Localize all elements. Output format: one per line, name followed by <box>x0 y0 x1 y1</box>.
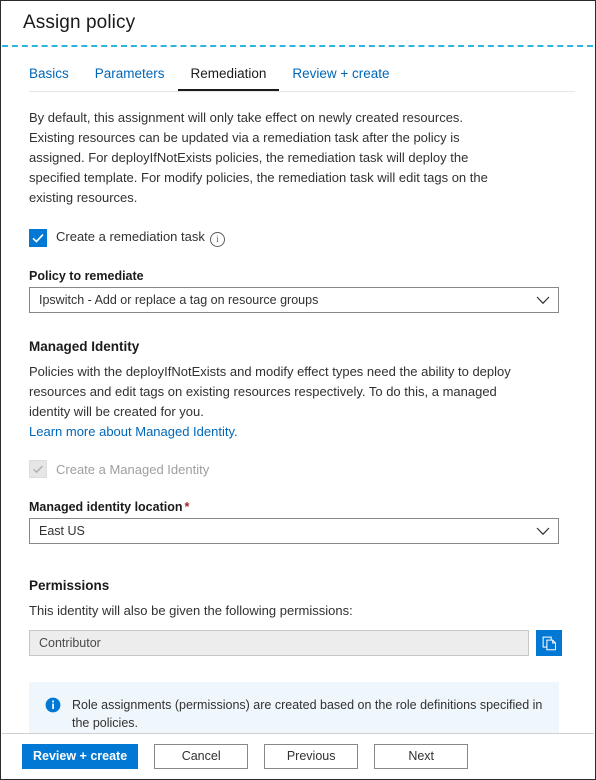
chevron-down-icon <box>536 296 550 304</box>
intro-paragraph: By default, this assignment will only ta… <box>29 110 488 205</box>
permissions-paragraph: This identity will also be given the fol… <box>29 603 353 618</box>
wizard-footer: Review + create Cancel Previous Next <box>2 733 594 778</box>
tab-basics[interactable]: Basics <box>29 65 82 91</box>
create-remediation-task-row[interactable]: Create a remediation task i <box>29 229 567 247</box>
previous-button[interactable]: Previous <box>264 743 359 769</box>
tab-parameters[interactable]: Parameters <box>82 65 178 91</box>
managed-identity-location-label: Managed identity location * <box>29 500 190 514</box>
policy-to-remediate-dropdown[interactable]: Ipswitch - Add or replace a tag on resou… <box>29 287 559 313</box>
role-value: Contributor <box>39 636 101 650</box>
title-bar: Assign policy <box>1 1 595 45</box>
chevron-down-icon <box>536 527 550 535</box>
policy-to-remediate-value: Ipswitch - Add or replace a tag on resou… <box>39 293 319 307</box>
managed-identity-paragraph: Policies with the deployIfNotExists and … <box>29 364 511 419</box>
required-asterisk: * <box>184 500 190 514</box>
managed-identity-location-dropdown[interactable]: East US <box>29 518 559 544</box>
info-tooltip-icon[interactable]: i <box>209 231 225 247</box>
page-title: Assign policy <box>23 12 136 33</box>
permissions-heading: Permissions <box>29 578 110 593</box>
cancel-button[interactable]: Cancel <box>154 743 249 769</box>
tab-review-create[interactable]: Review + create <box>279 65 402 91</box>
permissions-row: Contributor <box>29 630 567 656</box>
remediation-panel: By default, this assignment will only ta… <box>1 92 595 748</box>
next-button[interactable]: Next <box>374 743 469 769</box>
tab-remediation[interactable]: Remediation <box>177 65 280 91</box>
create-managed-identity-row: Create a Managed Identity <box>29 460 567 478</box>
info-circle-icon <box>45 697 61 713</box>
managed-identity-location-value: East US <box>39 524 85 538</box>
policy-to-remediate-label: Policy to remediate <box>29 269 144 283</box>
learn-more-managed-identity-link[interactable]: Learn more about Managed Identity. <box>29 424 238 439</box>
assign-policy-window: Assign policy Basics Parameters Remediat… <box>0 0 596 780</box>
role-readonly-field: Contributor <box>29 630 529 656</box>
tab-bar: Basics Parameters Remediation Review + c… <box>1 47 595 91</box>
role-assignment-info-text: Role assignments (permissions) are creat… <box>72 698 543 730</box>
review-create-button[interactable]: Review + create <box>22 743 139 769</box>
create-remediation-task-checkbox[interactable] <box>29 229 47 247</box>
managed-identity-heading: Managed Identity <box>29 339 140 354</box>
copy-icon <box>542 636 556 650</box>
create-remediation-task-label: Create a remediation task i <box>56 229 225 247</box>
create-managed-identity-label: Create a Managed Identity <box>56 461 210 477</box>
copy-role-button[interactable] <box>536 630 562 656</box>
create-managed-identity-checkbox <box>29 460 47 478</box>
